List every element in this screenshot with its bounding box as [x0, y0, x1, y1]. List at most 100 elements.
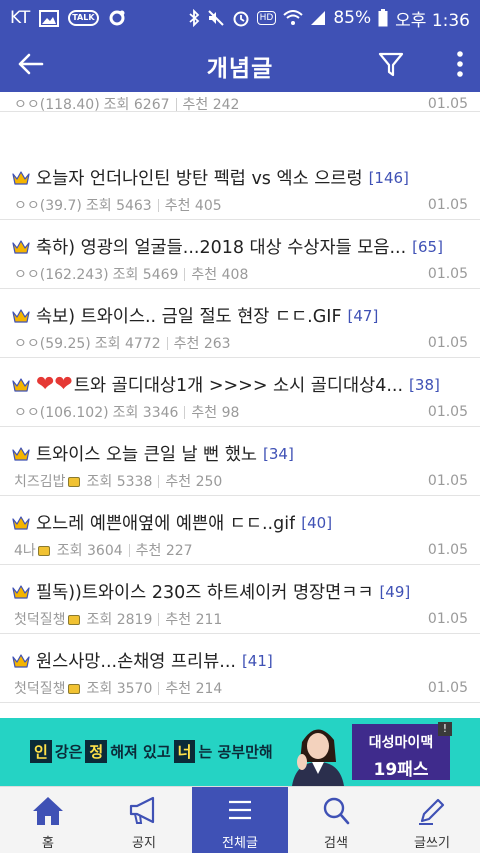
post-title-row: 필독))트와이스 230즈 하트셰이커 명장면ㅋㅋ [49]	[12, 579, 468, 604]
recommend-count: 추천 263	[173, 336, 231, 352]
post-title-row: 트와이스 오늘 큰일 날 뻔 했노 [34]	[12, 441, 468, 466]
post-author: 4나	[14, 543, 36, 559]
recommend-count: 추천 98	[191, 405, 240, 421]
view-count: 조회 6267	[103, 97, 170, 113]
view-count: 조회 3604	[56, 543, 123, 559]
post-meta: 치즈김밥 조회 5338 추천 250 01.05	[14, 471, 468, 491]
ad-brand-panel: 대성마이맥 19패스	[352, 724, 450, 780]
ad-text: 해져 있고	[110, 743, 171, 761]
bluetooth-icon	[189, 9, 199, 27]
recommend-count: 추천 214	[165, 681, 223, 697]
divider	[184, 405, 186, 419]
recommend-count: 추천 408	[191, 267, 249, 283]
nav-item-pencil[interactable]: 글쓰기	[384, 787, 480, 853]
post-list-item[interactable]: ❤❤ 트와 골디대상1개 >>>> 소시 골디대상4... [38] ㅇㅇ(106.1…	[0, 358, 480, 427]
post-title: 트와이스 오늘 큰일 날 뻔 했노	[36, 445, 258, 465]
crown-icon	[12, 170, 30, 185]
post-list-item[interactable]: 축하) 영광의 얼굴들...2018 대상 수상자들 모음... [65] ㅇㅇ(1…	[0, 220, 480, 289]
post-author: 치즈김밥	[14, 474, 66, 490]
post-list-item[interactable]: 트와이스 오늘 큰일 날 뻔 했노 [34] 치즈김밥 조회 5338 추천 250 01…	[0, 427, 480, 496]
post-list-item[interactable]: 속보) 트와이스.. 금일 절도 현장 ㄷㄷ.GIF [47] ㅇㅇ(59.25) 조…	[0, 289, 480, 358]
ad-brand: 대성마이맥	[368, 735, 434, 751]
post-meta: ㅇㅇ(39.7) 조회 5463 추천 405 01.05	[14, 195, 468, 215]
crown-icon	[12, 377, 30, 392]
post-author: 첫덕질챙	[14, 681, 66, 697]
divider	[158, 474, 160, 488]
view-count: 조회 5463	[85, 198, 152, 214]
nav-label: 공지	[132, 836, 156, 851]
post-author: ㅇㅇ(106.102)	[14, 405, 109, 421]
divider	[128, 543, 130, 557]
post-date: 01.05	[427, 680, 468, 696]
divider	[157, 198, 159, 212]
nav-item-menu[interactable]: 전체글	[192, 787, 288, 853]
crown-icon	[12, 308, 30, 323]
post-author: ㅇㅇ(39.7)	[14, 198, 82, 214]
post-title: 축하) 영광의 얼굴들...2018 대상 수상자들 모음...	[36, 238, 407, 258]
post-list-item[interactable]: ㅇㅇ(118.40) 조회 6267 추천 242 01.05	[0, 92, 480, 113]
app-bar: 개념글	[0, 36, 480, 92]
post-list[interactable]: ㅇㅇ(118.40) 조회 6267 추천 242 01.05 오늘자 언더나인틴 방탄…	[0, 92, 480, 718]
view-count: 조회 3570	[86, 681, 153, 697]
comment-count: [65]	[412, 237, 443, 256]
comment-count: [34]	[263, 444, 294, 463]
divider	[184, 267, 186, 281]
divider	[158, 681, 160, 695]
post-author: 첫덕질챙	[14, 612, 66, 628]
menu-icon	[229, 800, 251, 820]
wifi-icon	[283, 10, 304, 25]
nav-item-megaphone[interactable]: 공지	[96, 787, 192, 853]
image-icon	[39, 9, 60, 27]
post-date: 01.05	[427, 542, 468, 558]
post-title-row: 원스사망...손채영 프리뷰... [41]	[12, 648, 468, 673]
ad-box: 인	[30, 740, 52, 763]
view-count: 조회 5469	[112, 267, 179, 283]
heart-emoji: ❤❤	[36, 372, 73, 397]
post-title: 트와 골디대상1개 >>>> 소시 골디대상4...	[73, 376, 404, 396]
post-author: ㅇㅇ(59.25)	[14, 336, 91, 352]
post-list-item[interactable]: 이게 걸그룹이다... 금일 사나연 엔딩.GIF[40]	[0, 703, 480, 718]
divider	[175, 97, 177, 111]
post-title: 필독))트와이스 230즈 하트셰이커 명장면ㅋㅋ	[36, 583, 374, 603]
post-title: 속보) 트와이스.. 금일 절도 현장 ㄷㄷ.GIF	[36, 307, 342, 327]
post-title: 원스사망...손채영 프리뷰...	[36, 652, 236, 672]
more-options-icon[interactable]	[454, 50, 466, 78]
kakaotalk-icon: TALK	[68, 10, 99, 26]
view-count: 조회 2819	[86, 612, 153, 628]
comment-count: [146]	[368, 168, 409, 187]
post-meta: 첫덕질챙 조회 3570 추천 214 01.05	[14, 678, 468, 698]
battery-icon	[378, 9, 388, 27]
post-meta: ㅇㅇ(162.243) 조회 5469 추천 408 01.05	[14, 264, 468, 284]
ad-pass: 19패스	[373, 760, 429, 780]
member-level-icon	[67, 615, 80, 625]
post-list-item[interactable]: 오느레 예쁜애옆에 예쁜애 ㄷㄷ..gif [40] 4나 조회 3604 추천 227…	[0, 496, 480, 565]
comment-count: [41]	[241, 651, 273, 670]
post-list-item[interactable]: 원스사망...손채영 프리뷰... [41] 첫덕질챙 조회 3570 추천 214 01…	[0, 634, 480, 703]
post-list-item[interactable]: 오늘자 언더나인틴 방탄 펙럽 vs 엑소 으르렁 [146] ㅇㅇ(39.7) 조회…	[0, 151, 480, 220]
ad-banner[interactable]: 인 강은 정 해져 있고 너 는 공부만해 대성마이맥 19패스 !	[0, 718, 480, 786]
nav-item-search[interactable]: 검색	[288, 787, 384, 853]
post-meta: 4나 조회 3604 추천 227 01.05	[14, 540, 468, 560]
post-date: 01.05	[427, 335, 468, 351]
view-count: 조회 5338	[86, 474, 153, 490]
post-title-row: 오늘자 언더나인틴 방탄 펙럽 vs 엑소 으르렁 [146]	[12, 165, 468, 190]
nav-label: 전체글	[222, 836, 258, 851]
nav-label: 글쓰기	[414, 836, 450, 851]
recommend-count: 추천 227	[135, 543, 193, 559]
nav-label: 홈	[42, 836, 54, 851]
ad-info-icon[interactable]: !	[438, 722, 452, 736]
post-list-item[interactable]: 필독))트와이스 230즈 하트셰이커 명장면ㅋㅋ [49] 첫덕질챙 조회 2819…	[0, 565, 480, 634]
mute-icon	[207, 10, 224, 26]
filter-icon[interactable]	[378, 50, 404, 78]
ad-box: 정	[85, 740, 108, 763]
ad-slogan: 인 강은 정 해져 있고 너 는 공부만해	[30, 740, 273, 763]
ad-text: 는 공부만해	[198, 743, 273, 761]
view-count: 조회 3346	[112, 405, 179, 421]
post-title-row: 속보) 트와이스.. 금일 절도 현장 ㄷㄷ.GIF [47]	[12, 303, 468, 328]
post-author: ㅇㅇ(162.243)	[14, 267, 109, 283]
comment-count: [40]	[301, 513, 333, 532]
nav-item-home[interactable]: 홈	[0, 787, 96, 853]
carrier-label: KT	[10, 8, 31, 28]
ad-box: 너	[173, 740, 196, 763]
post-date: 01.05	[427, 96, 468, 112]
